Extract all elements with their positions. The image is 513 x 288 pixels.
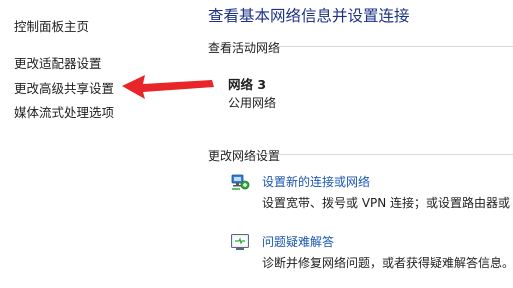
sidebar: 控制面板主页 更改适配器设置 更改高级共享设置 媒体流式处理选项 xyxy=(0,0,185,288)
setup-new-connection-link[interactable]: 设置新的连接或网络 xyxy=(262,173,370,190)
network-type: 公用网络 xyxy=(228,96,277,110)
page-title: 查看基本网络信息并设置连接 xyxy=(208,7,410,25)
section-divider xyxy=(278,154,513,155)
active-networks-heading: 查看活动网络 xyxy=(208,41,281,55)
troubleshoot-problems-description: 诊断并修复网络问题，或者获得疑难解答信息。 xyxy=(262,256,513,270)
change-settings-heading: 更改网络设置 xyxy=(208,149,281,163)
section-divider xyxy=(278,46,513,47)
sidebar-item-change-advanced-sharing-settings[interactable]: 更改高级共享设置 xyxy=(14,78,114,97)
troubleshoot-problems-link[interactable]: 问题疑难解答 xyxy=(262,233,334,250)
sidebar-item-change-adapter-settings[interactable]: 更改适配器设置 xyxy=(14,53,102,72)
troubleshoot-icon xyxy=(230,232,250,252)
setup-new-connection-description: 设置宽带、拨号或 VPN 连接；或设置路由器或 xyxy=(262,196,511,210)
main-content: 查看基本网络信息并设置连接 查看活动网络 网络 3 公用网络 更改网络设置 设置… xyxy=(186,0,513,288)
sidebar-item-media-streaming-options[interactable]: 媒体流式处理选项 xyxy=(14,102,114,121)
network-setup-icon xyxy=(230,172,250,192)
sidebar-item-control-panel-home[interactable]: 控制面板主页 xyxy=(14,16,89,35)
network-name: 网络 3 xyxy=(228,77,267,92)
